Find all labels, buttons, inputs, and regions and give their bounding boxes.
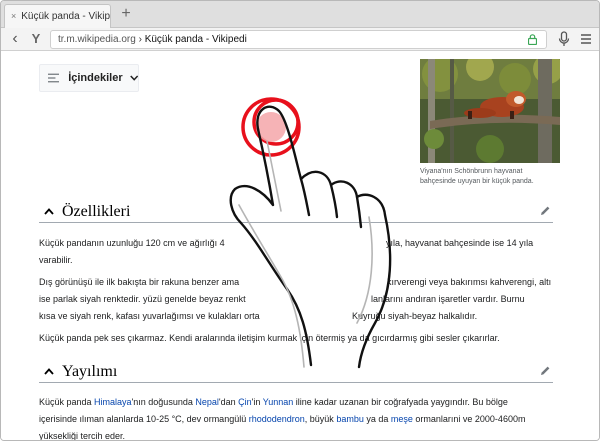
text-line: kısa ve siyah renk, kafası yuvarlağımsı … — [39, 311, 260, 321]
text-run: iline kadar uzanan bir coğrafyada yaygın… — [293, 397, 508, 407]
caption-line: Viyana'nın Schönbrunn hayvanat — [420, 168, 523, 175]
text-line: yüksekliği tercih eder. — [39, 431, 126, 441]
pencil-icon[interactable] — [539, 205, 551, 217]
paragraph: Dış görünüşü ile ilk bakışta bir rakuna … — [39, 274, 557, 325]
lock-icon[interactable] — [528, 34, 537, 45]
chevron-up-icon — [44, 208, 54, 215]
text-line: varabilir. — [39, 255, 73, 265]
text-line: Kuyruğu siyah-beyaz halkalıdır. — [352, 311, 478, 321]
image-caption: Viyana'nın Schönbrunn hayvanat bahçesind… — [420, 167, 568, 187]
section-title: Yayılımı — [62, 362, 118, 380]
yandex-logo-icon[interactable]: Y — [29, 31, 43, 47]
section-title: Özellikleri — [62, 202, 131, 220]
paragraph: Küçük panda Himalaya'nın doğusunda Nepal… — [39, 394, 557, 441]
link-bambu[interactable]: bambu — [336, 414, 364, 424]
chevron-down-icon — [129, 75, 138, 81]
back-arrow-icon[interactable]: ‹ — [7, 30, 23, 48]
text-run: ormanlarıni ve 2000-4600m — [412, 414, 526, 424]
link-mese[interactable]: meşe — [391, 414, 413, 424]
microphone-icon[interactable] — [558, 31, 570, 47]
text-line: lanlarını andıran işaretler vardır. Burn… — [371, 294, 525, 304]
text-line: ise parlak siyah renktedir. yüzü genelde… — [39, 294, 246, 304]
paragraph: Küçük panda pek ses çıkarmaz. Kendi aral… — [39, 333, 500, 343]
tab-kucuk-panda[interactable]: × Küçük panda - Vikipedi — [4, 4, 111, 28]
url-domain: tr.m.wikipedia.org — [58, 34, 136, 45]
text-line: Dış görünüşü ile ilk bakışta bir rakuna … — [39, 277, 240, 287]
page-content: İçindekiler Viyana'nın Schönbrunn hayvan… — [1, 52, 599, 441]
section-heading-ozellikleri[interactable]: Özellikleri — [39, 201, 553, 223]
text-run: ya da — [363, 414, 391, 424]
text-line: Küçük pandanın uzunluğu 120 cm ve ağırlı… — [39, 238, 225, 248]
url-separator: › — [135, 34, 145, 45]
url-page-title: Küçük panda - Vikipedi — [144, 34, 247, 45]
text-run: 'dan — [218, 397, 239, 407]
caption-line: bahçesinde uyuyan bir küçük panda. — [420, 178, 534, 185]
pencil-icon[interactable] — [539, 365, 551, 377]
text-run: Küçük panda — [39, 397, 95, 407]
link-himalaya[interactable]: Himalaya — [94, 397, 132, 407]
toc-label: İçindekiler — [68, 72, 123, 84]
link-cin[interactable]: Çin — [238, 397, 252, 407]
list-icon — [48, 73, 60, 83]
red-panda-photo[interactable] — [420, 59, 560, 163]
toc-button[interactable]: İçindekiler — [39, 64, 139, 92]
link-nepal[interactable]: Nepal — [195, 397, 219, 407]
chevron-up-icon — [44, 368, 54, 375]
link-rhododendron[interactable]: rhododendron — [249, 414, 305, 424]
tab-strip: × Küçük panda - Vikipedi + — [1, 1, 599, 28]
toolbar: ‹ Y tr.m.wikipedia.org › Küçük panda - V… — [1, 28, 599, 51]
text-line: yıla, hayvanat bahçesinde ise 14 yıla — [386, 238, 534, 248]
text-run: , büyük — [304, 414, 337, 424]
text-run: 'in — [251, 397, 263, 407]
text-line: kırverengi veya bakırımsı kahverengi, al… — [387, 277, 552, 287]
paragraph: Küçük pandanın uzunluğu 120 cm ve ağırlı… — [39, 235, 557, 269]
tab-close-icon[interactable]: × — [11, 12, 16, 21]
section-heading-yayilimi[interactable]: Yayılımı — [39, 361, 553, 383]
hamburger-menu-icon[interactable] — [580, 33, 592, 45]
browser-window: × Küçük panda - Vikipedi + ‹ Y tr.m.wiki… — [0, 0, 600, 441]
new-tab-button[interactable]: + — [117, 5, 135, 23]
text-run: 'nın doğusunda — [131, 397, 196, 407]
tab-title: Küçük panda - Vikipedi — [21, 11, 110, 22]
red-panda-image — [420, 59, 560, 163]
link-yunnan[interactable]: Yunnan — [263, 397, 294, 407]
text-run: içerisinde ılıman alanlarda 10-25 °C, de… — [39, 414, 249, 424]
address-bar[interactable]: tr.m.wikipedia.org › Küçük panda - Vikip… — [50, 30, 547, 49]
